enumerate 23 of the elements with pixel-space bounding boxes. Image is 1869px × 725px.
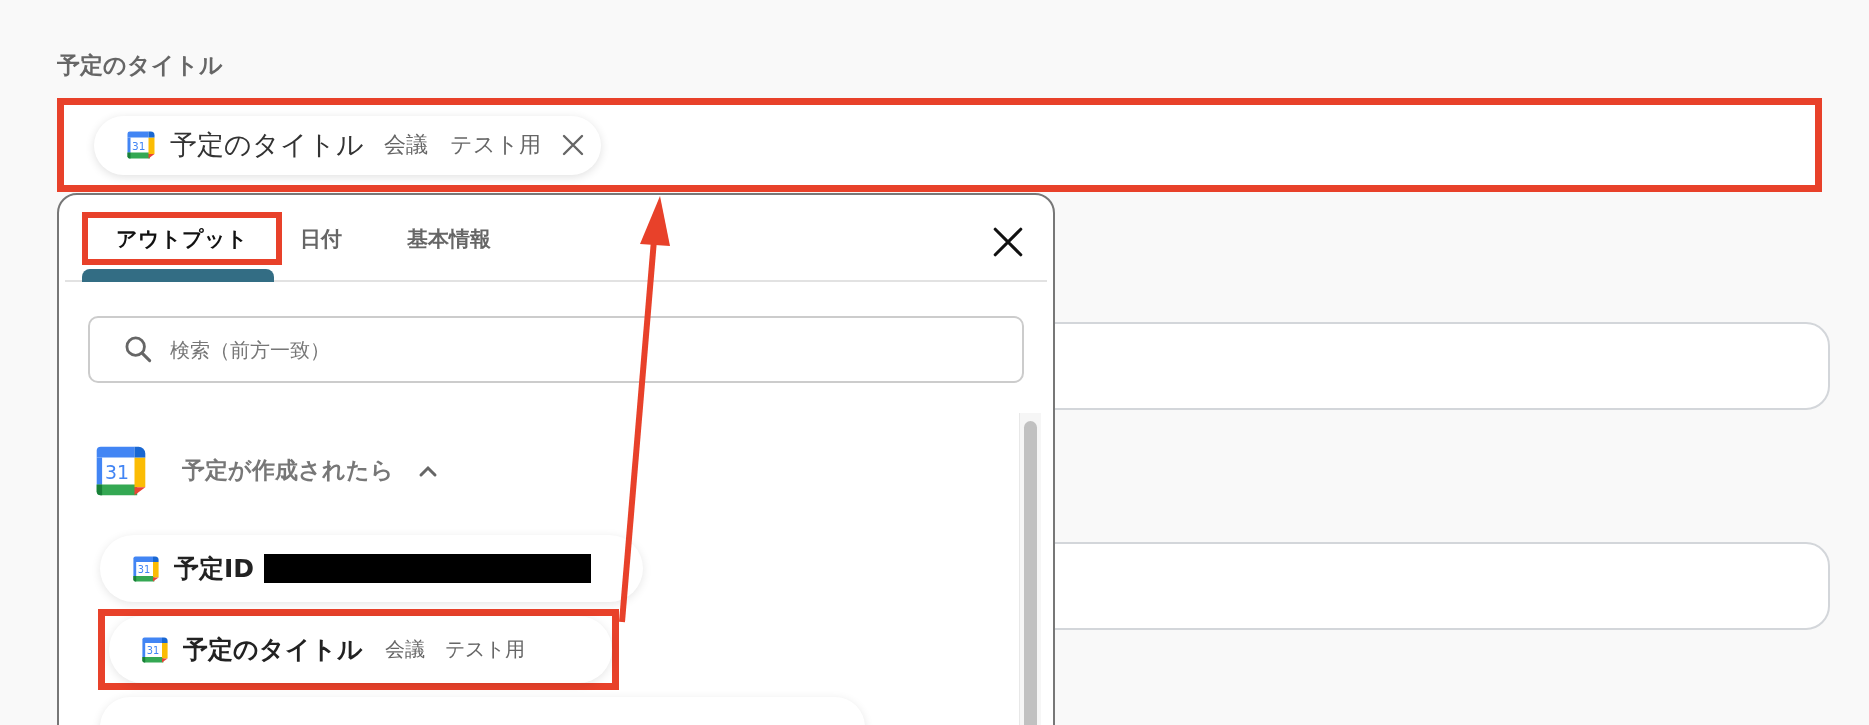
output-item[interactable]: 31 予定のタイトル 会議 テスト用 — [109, 616, 612, 683]
tab[interactable]: 日付 — [288, 212, 354, 265]
output-item[interactable]: 31 予定ID — [100, 535, 643, 602]
chip-name: 予定のタイトル — [170, 128, 364, 162]
group-title: 予定が作成されたら — [182, 456, 394, 485]
item-name: 予定ID — [174, 553, 255, 585]
close-icon — [561, 133, 585, 157]
scrollbar[interactable] — [1019, 413, 1041, 725]
field-label: 予定のタイトル — [57, 51, 224, 80]
item-name: 予定のタイトル — [183, 634, 363, 666]
tab[interactable]: 基本情報 — [395, 212, 503, 265]
chevron-icon — [418, 463, 438, 478]
item-value: 会議 テスト用 — [385, 636, 525, 663]
search-icon — [124, 335, 152, 363]
collapse-button[interactable] — [418, 463, 438, 478]
search-field[interactable]: 検索（前方一致） — [88, 316, 1024, 383]
close-button[interactable] — [991, 225, 1025, 259]
chip-value: 会議 テスト用 — [384, 131, 541, 159]
close-icon — [991, 225, 1025, 259]
remove-button[interactable] — [561, 133, 585, 157]
variable-chip[interactable]: 31 予定のタイトル 会議 テスト用 — [94, 115, 601, 175]
tab[interactable]: アウトプット — [82, 212, 282, 265]
title-field[interactable]: 31 予定のタイトル 会議 テスト用 — [57, 98, 1822, 192]
